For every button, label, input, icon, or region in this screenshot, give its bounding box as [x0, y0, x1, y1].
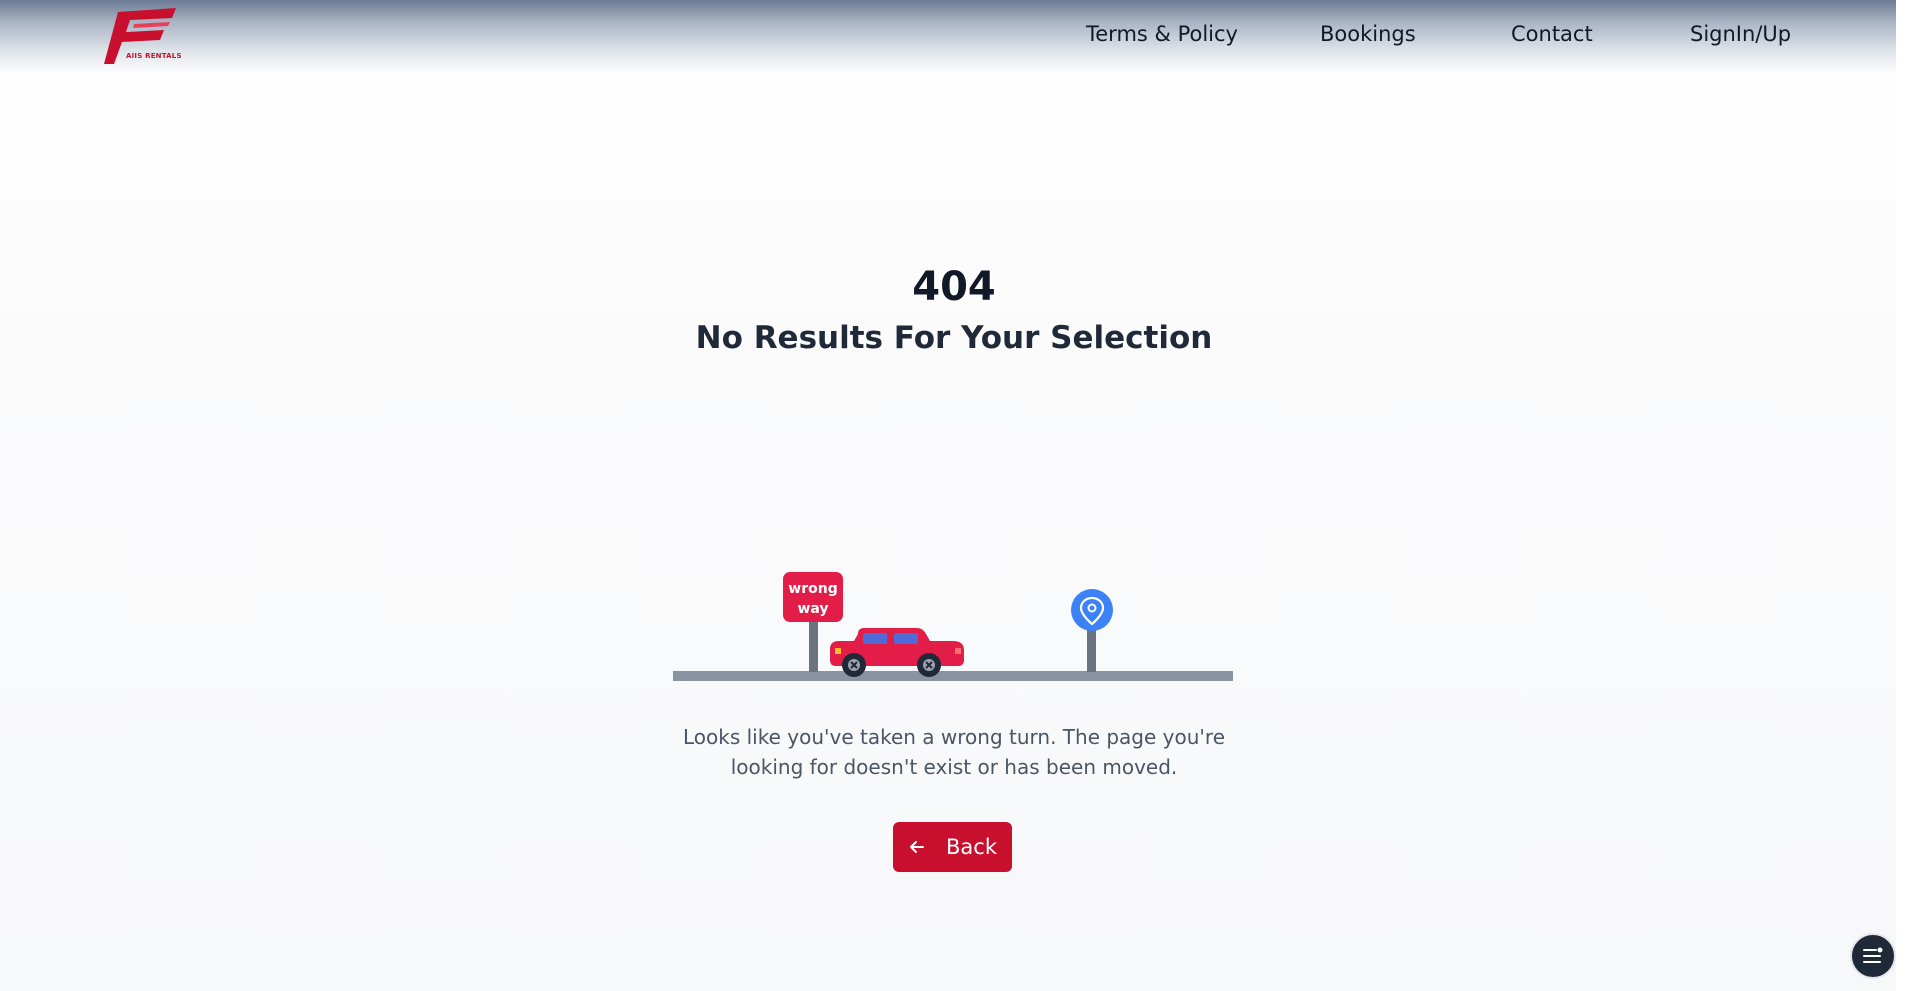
- page: AIIS RENTALS Terms & Policy Bookings Con…: [0, 0, 1908, 991]
- arrow-left-icon: [908, 838, 926, 856]
- message-line-1: Looks like you've taken a wrong turn. Th…: [682, 725, 1225, 749]
- nav-contact[interactable]: Contact: [1511, 22, 1593, 52]
- page-title: No Results For Your Selection: [695, 320, 1213, 356]
- wrong-way-illustration: wrong way: [673, 572, 1233, 681]
- location-pin-icon: [1071, 589, 1113, 631]
- sign-text-line1: wrong: [788, 581, 837, 597]
- sign-text-line2: way: [797, 601, 828, 617]
- logo-text: AIIS RENTALS: [126, 52, 182, 60]
- road: [673, 671, 1233, 681]
- sign-pole: [809, 620, 818, 672]
- back-button[interactable]: Back: [893, 822, 1012, 872]
- error-message: Looks like you've taken a wrong turn. Th…: [0, 722, 1908, 782]
- header: AIIS RENTALS Terms & Policy Bookings Con…: [0, 0, 1908, 73]
- chat-menu-button[interactable]: [1850, 933, 1896, 979]
- nav-sign-in-up[interactable]: SignIn/Up: [1690, 22, 1791, 52]
- error-code: 404: [912, 264, 996, 310]
- car-icon: [830, 628, 964, 677]
- scrollbar[interactable]: [1896, 0, 1908, 991]
- nav-bookings[interactable]: Bookings: [1320, 22, 1416, 52]
- nav-terms-policy[interactable]: Terms & Policy: [1086, 22, 1238, 52]
- chat-menu-icon: [1863, 947, 1883, 963]
- back-button-label: Back: [946, 835, 997, 859]
- message-line-2: looking for doesn't exist or has been mo…: [730, 755, 1178, 779]
